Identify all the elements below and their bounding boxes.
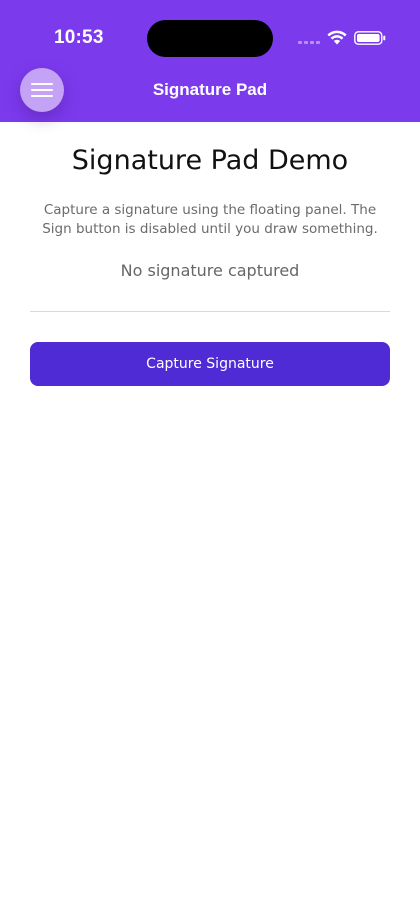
header-title: Signature Pad	[152, 80, 268, 99]
dynamic-island	[147, 20, 273, 57]
cellular-signal-icon	[298, 41, 322, 45]
signature-status-text: No signature captured	[120, 261, 300, 280]
capture-signature-button[interactable]: Capture Signature	[30, 342, 390, 386]
divider	[30, 311, 390, 312]
battery-icon	[354, 31, 386, 45]
status-bar-time: 10:53	[54, 27, 104, 48]
page-title: Signature Pad Demo	[71, 145, 349, 176]
wifi-icon	[327, 30, 347, 45]
page-description: Capture a signature using the floating p…	[42, 202, 378, 237]
app-header: 10:53 Signature Pad	[0, 0, 420, 122]
